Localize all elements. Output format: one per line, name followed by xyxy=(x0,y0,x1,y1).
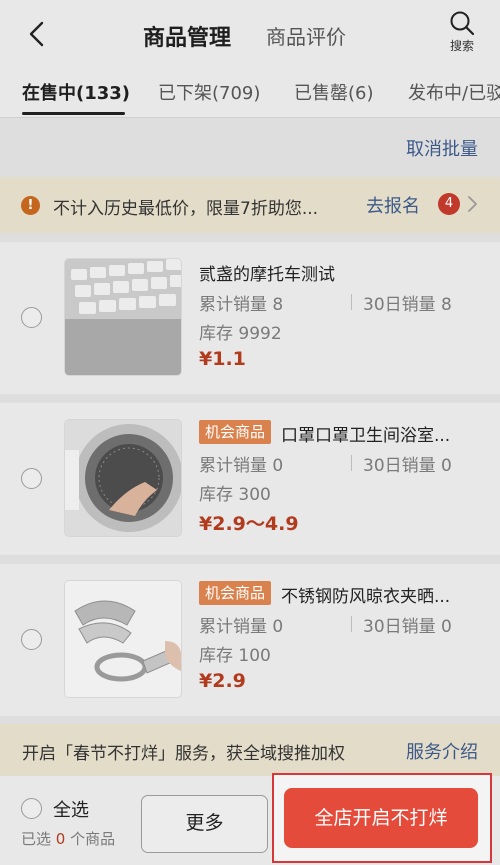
sales-30d: 30日销量 0 xyxy=(363,456,452,476)
warning-icon: ! xyxy=(21,196,40,215)
stat-divider xyxy=(351,616,352,632)
product-card[interactable]: 机会商品 不锈钢防风晾衣夹晒... 累计销量 0 30日销量 0 库存 100 … xyxy=(0,564,500,716)
select-all-radio[interactable] xyxy=(21,798,42,819)
search-label: 搜索 xyxy=(449,39,474,53)
status-tabs: 在售中(133) 已下架(709) 已售罄(6) 发布中/已驳 xyxy=(0,66,500,118)
product-name: 贰盏的摩托车测试 xyxy=(199,265,335,285)
product-thumbnail-clothes-clip[interactable] xyxy=(64,580,182,698)
price: ¥1.1 xyxy=(199,348,246,370)
notice-banner[interactable]: ! 不计入历史最低价，限量7折助您... 去报名 xyxy=(0,177,500,233)
stock: 库存 300 xyxy=(199,485,271,505)
sales-30d: 30日销量 0 xyxy=(363,617,452,637)
price: ¥2.9～4.9 xyxy=(199,513,299,535)
total-sales: 累计销量 8 xyxy=(199,295,284,315)
total-sales: 累计销量 0 xyxy=(199,617,284,637)
notice-signup-link[interactable]: 去报名 xyxy=(366,192,420,218)
tab-publishing-rejected[interactable]: 发布中/已驳 xyxy=(408,79,500,105)
selected-count: 已选 0 个商品 xyxy=(21,828,115,849)
chevron-right-icon[interactable] xyxy=(466,195,478,213)
product-name: 不锈钢防风晾衣夹晒... xyxy=(281,587,451,607)
sales-30d: 30日销量 8 xyxy=(363,295,452,315)
total-sales: 累计销量 0 xyxy=(199,456,284,476)
product-select-radio[interactable] xyxy=(21,307,42,328)
cancel-batch-link[interactable]: 取消批量 xyxy=(406,135,478,161)
opportunity-chip: 机会商品 xyxy=(199,420,272,444)
product-name: 口罩口罩卫生间浴室... xyxy=(281,426,451,446)
promo-text: 开启「春节不打烊」服务，获全域搜推加权 xyxy=(22,744,345,764)
product-select-radio[interactable] xyxy=(21,468,42,489)
tab-on-sale[interactable]: 在售中(133) xyxy=(22,79,130,105)
service-intro-link[interactable]: 服务介绍 xyxy=(406,738,478,764)
more-button[interactable]: 更多 xyxy=(141,795,268,853)
product-select-radio[interactable] xyxy=(21,629,42,650)
product-card[interactable]: 贰盏的摩托车测试 累计销量 8 30日销量 8 库存 9992 ¥1.1 xyxy=(0,242,500,394)
notice-count-badge: 4 xyxy=(438,193,460,215)
product-thumbnail-washing-machine[interactable] xyxy=(64,419,182,537)
select-all-label[interactable]: 全选 xyxy=(53,796,89,822)
stock: 库存 9992 xyxy=(199,324,282,344)
back-arrow-icon[interactable] xyxy=(24,20,52,48)
selected-number: 0 xyxy=(55,830,66,848)
stat-divider xyxy=(351,455,352,471)
tab-delisted[interactable]: 已下架(709) xyxy=(158,79,260,105)
header: 商品管理 商品评价 搜索 xyxy=(0,0,500,66)
opportunity-chip: 机会商品 xyxy=(199,581,272,605)
tab-product-reviews[interactable]: 商品评价 xyxy=(266,21,346,50)
product-card[interactable]: 机会商品 口罩口罩卫生间浴室... 累计销量 0 30日销量 0 库存 300 … xyxy=(0,403,500,555)
search-icon xyxy=(450,11,475,36)
stock: 库存 100 xyxy=(199,646,271,666)
active-tab-indicator xyxy=(22,112,125,115)
selected-prefix: 已选 xyxy=(21,830,56,848)
promo-banner: 开启「春节不打烊」服务，获全域搜推加权 服务介绍 xyxy=(0,724,500,776)
tab-product-management[interactable]: 商品管理 xyxy=(143,20,231,52)
tab-sold-out[interactable]: 已售罄(6) xyxy=(294,79,374,105)
selected-suffix: 个商品 xyxy=(65,830,116,848)
stat-divider xyxy=(351,294,352,310)
price: ¥2.9 xyxy=(199,670,246,692)
search-button[interactable]: 搜索 xyxy=(442,10,482,54)
batch-bar: 取消批量 xyxy=(0,119,500,177)
product-thumbnail-keyboard[interactable] xyxy=(64,258,182,376)
enable-open-store-button[interactable]: 全店开启不打烊 xyxy=(284,788,478,848)
notice-text: 不计入历史最低价，限量7折助您... xyxy=(53,199,319,219)
